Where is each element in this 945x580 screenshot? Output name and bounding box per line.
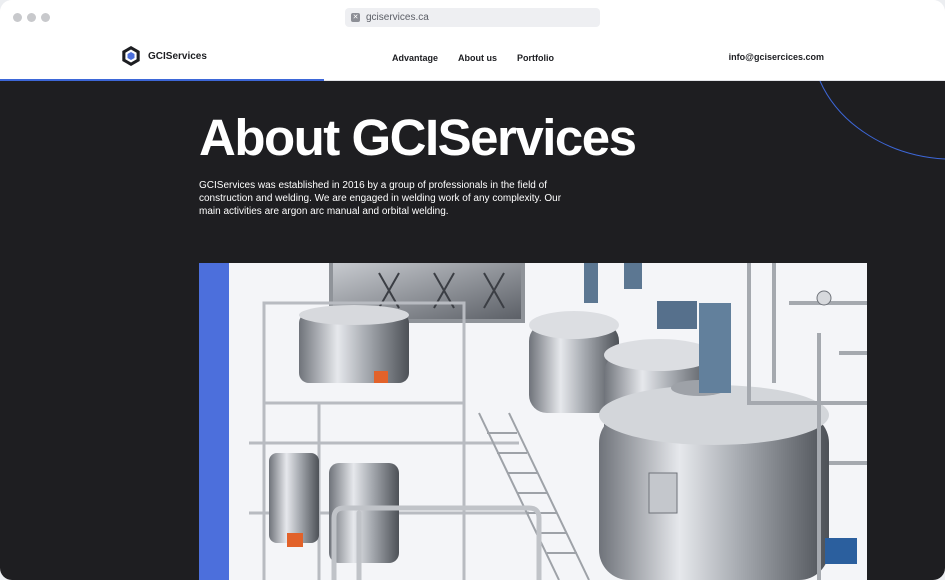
browser-window: ✕ gciservices.ca GCIServices Advantage A… bbox=[0, 0, 945, 580]
page-title: About GCIServices bbox=[199, 109, 637, 166]
about-description: GCIServices was established in 2016 by a… bbox=[199, 180, 562, 217]
window-close-dot[interactable] bbox=[13, 13, 22, 22]
address-bar[interactable]: ✕ gciservices.ca bbox=[345, 8, 600, 27]
site-logo[interactable]: GCIServices bbox=[120, 45, 207, 67]
about-section: About GCIServices GCIServices was establ… bbox=[0, 81, 945, 580]
site-header: GCIServices Advantage About us Portfolio… bbox=[0, 36, 945, 81]
logo-icon bbox=[122, 46, 140, 66]
browser-chrome: ✕ gciservices.ca bbox=[0, 0, 945, 36]
contact-email-link[interactable]: info@gcisercices.com bbox=[729, 51, 824, 63]
favicon-icon: ✕ bbox=[351, 13, 360, 22]
industrial-plant-photo bbox=[229, 263, 867, 580]
nav-item-portfolio[interactable]: Portfolio bbox=[517, 52, 554, 64]
window-maximize-dot[interactable] bbox=[41, 13, 50, 22]
address-bar-url[interactable]: gciservices.ca bbox=[366, 11, 429, 24]
logo-text: GCIServices bbox=[148, 50, 207, 62]
plant-illustration bbox=[249, 263, 867, 580]
photo-accent-bar bbox=[199, 263, 229, 580]
nav-item-advantage[interactable]: Advantage bbox=[392, 52, 438, 64]
nav-item-about-us[interactable]: About us bbox=[458, 52, 497, 64]
main-nav: Advantage About us Portfolio bbox=[392, 52, 574, 64]
window-minimize-dot[interactable] bbox=[27, 13, 36, 22]
decorative-arc bbox=[819, 81, 945, 160]
